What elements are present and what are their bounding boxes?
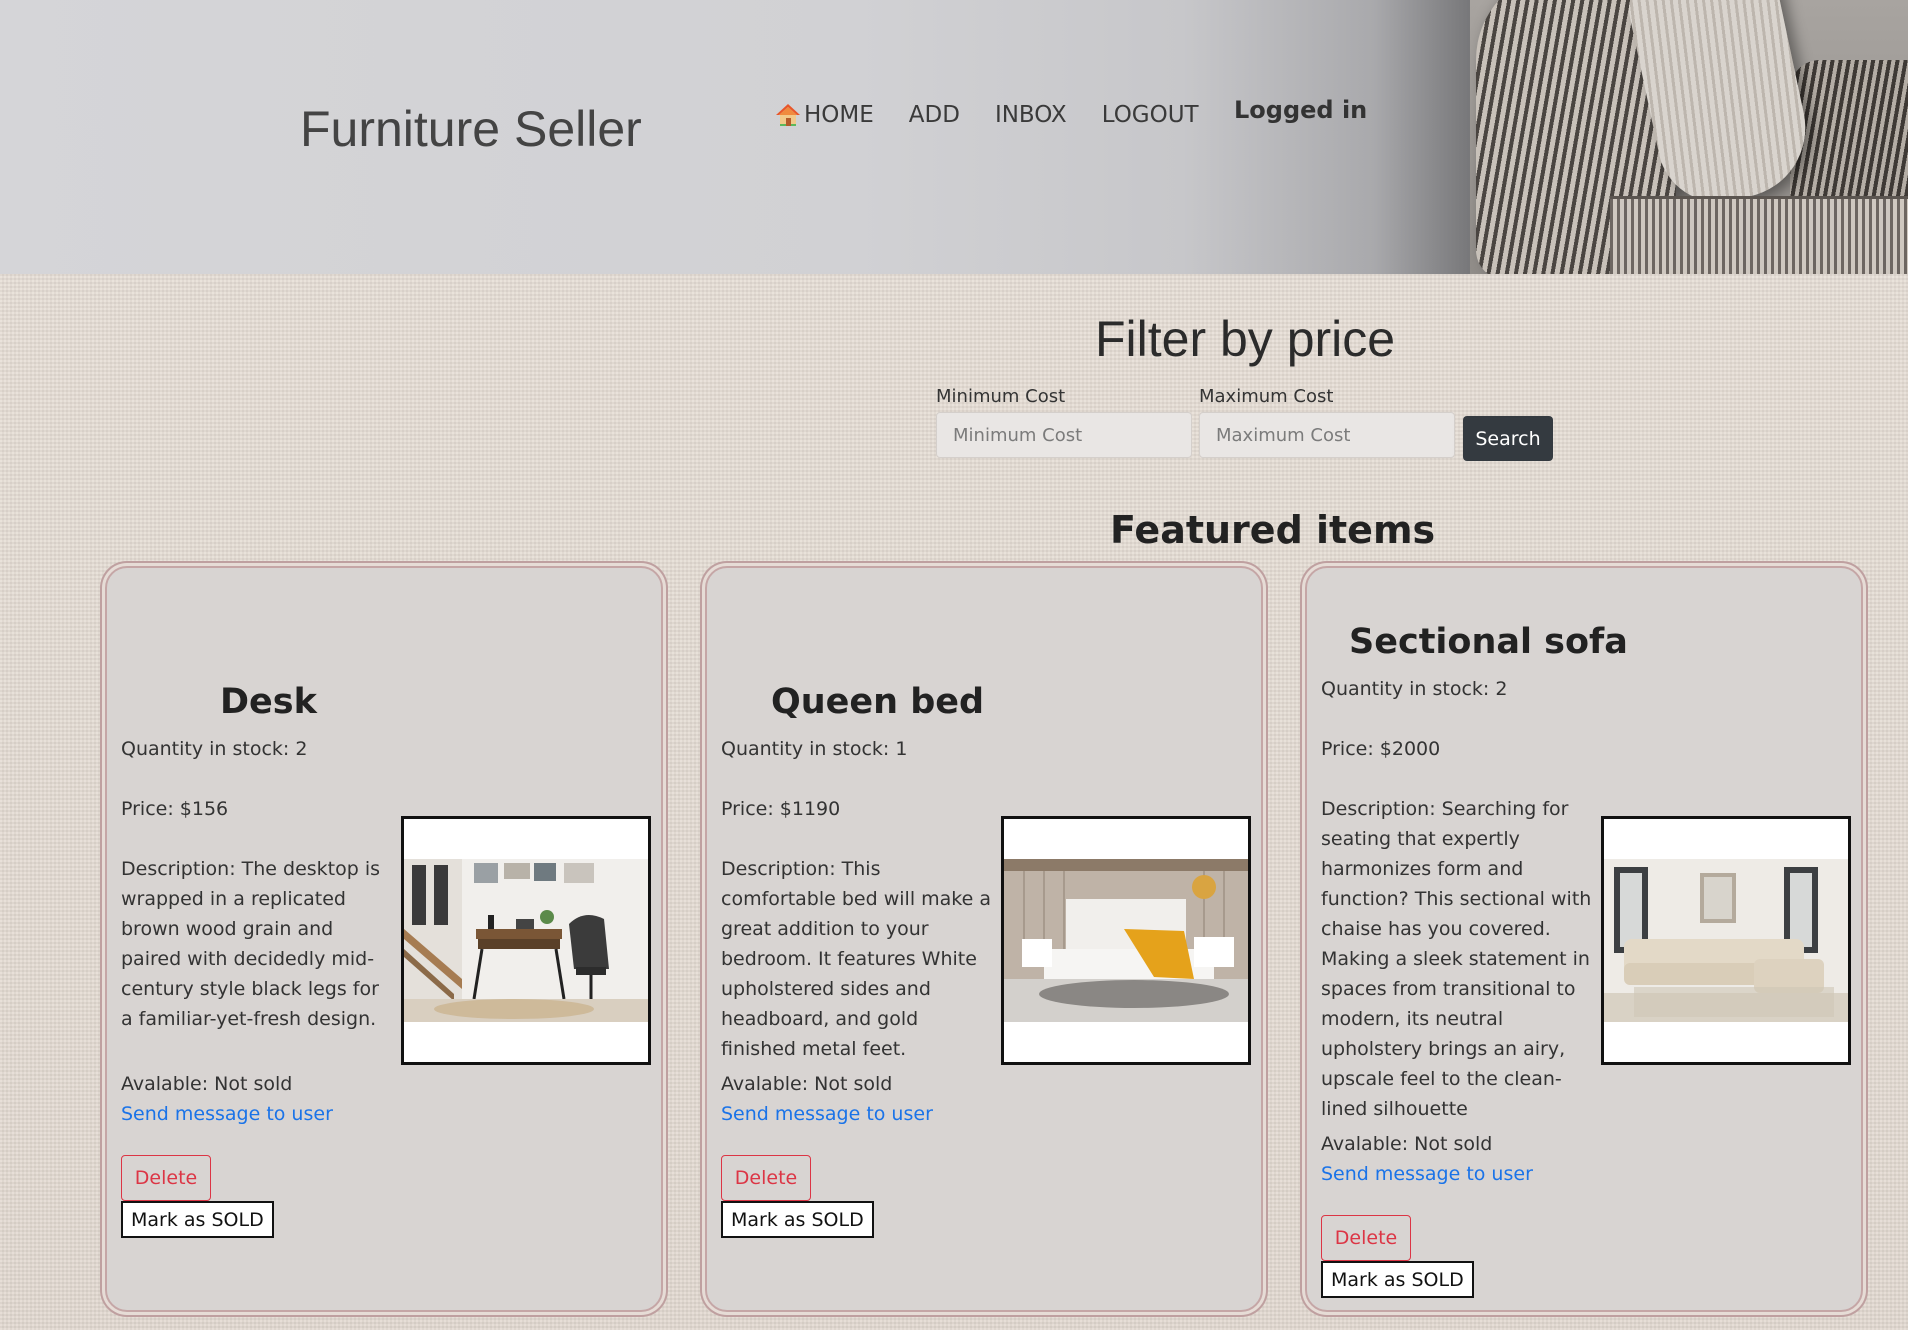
item-price: Price: $2000 bbox=[1321, 738, 1441, 760]
item-title: Queen bed bbox=[771, 682, 985, 722]
item-title: Desk bbox=[220, 682, 317, 722]
item-quantity: Quantity in stock: 2 bbox=[121, 738, 308, 760]
item-description: Description: The desktop is wrapped in a… bbox=[121, 858, 381, 1030]
filter-title: Filter by price bbox=[1095, 311, 1396, 367]
nav-inbox-link[interactable]: INBOX bbox=[995, 102, 1067, 128]
send-message-link[interactable]: Send message to user bbox=[1321, 1163, 1533, 1185]
nav-logout-link[interactable]: LOGOUT bbox=[1102, 102, 1199, 128]
item-price: Price: $156 bbox=[121, 798, 229, 820]
item-image bbox=[1601, 816, 1851, 1065]
item-quantity: Quantity in stock: 1 bbox=[721, 738, 908, 760]
item-quantity: Quantity in stock: 2 bbox=[1321, 678, 1508, 700]
max-cost-label: Maximum Cost bbox=[1199, 386, 1334, 407]
item-card-desk: Desk Quantity in stock: 2 Price: $156 De… bbox=[105, 566, 663, 1312]
main-nav: HOME ADD INBOX LOGOUT bbox=[775, 102, 1234, 128]
item-description: Description: Searching for seating that … bbox=[1321, 798, 1592, 1120]
item-card-sectional-sofa: Sectional sofa Quantity in stock: 2 Pric… bbox=[1305, 566, 1863, 1312]
send-message-link[interactable]: Send message to user bbox=[721, 1103, 933, 1125]
house-icon bbox=[775, 102, 801, 128]
min-cost-label: Minimum Cost bbox=[936, 386, 1066, 407]
featured-title: Featured items bbox=[1110, 508, 1436, 552]
search-button[interactable]: Search bbox=[1463, 416, 1553, 461]
item-description: Description: This comfortable bed will m… bbox=[721, 858, 991, 1060]
item-image bbox=[401, 816, 651, 1065]
mark-sold-button[interactable]: Mark as SOLD bbox=[721, 1201, 874, 1238]
max-cost-input[interactable] bbox=[1199, 412, 1455, 458]
site-header: Furniture Seller HOME ADD INBOX LOGOUT L… bbox=[0, 0, 1908, 274]
delete-button[interactable]: Delete bbox=[121, 1155, 211, 1201]
header-sofa-image bbox=[1470, 0, 1908, 274]
delete-button[interactable]: Delete bbox=[721, 1155, 811, 1201]
mark-sold-button[interactable]: Mark as SOLD bbox=[1321, 1261, 1474, 1298]
send-message-link[interactable]: Send message to user bbox=[121, 1103, 333, 1125]
nav-home-label: HOME bbox=[804, 102, 874, 128]
item-title: Sectional sofa bbox=[1349, 622, 1628, 662]
mark-sold-button[interactable]: Mark as SOLD bbox=[121, 1201, 274, 1238]
delete-button[interactable]: Delete bbox=[1321, 1215, 1411, 1261]
item-availability: Avalable: Not sold bbox=[121, 1073, 293, 1095]
nav-add-link[interactable]: ADD bbox=[909, 102, 960, 128]
item-price: Price: $1190 bbox=[721, 798, 841, 820]
nav-home-link[interactable]: HOME bbox=[775, 102, 874, 128]
item-availability: Avalable: Not sold bbox=[721, 1073, 893, 1095]
login-status: Logged in bbox=[1234, 96, 1368, 124]
item-image bbox=[1001, 816, 1251, 1065]
min-cost-input[interactable] bbox=[936, 412, 1192, 458]
item-card-queen-bed: Queen bed Quantity in stock: 1 Price: $1… bbox=[705, 566, 1263, 1312]
item-availability: Avalable: Not sold bbox=[1321, 1133, 1493, 1155]
site-title: Furniture Seller bbox=[300, 101, 642, 157]
